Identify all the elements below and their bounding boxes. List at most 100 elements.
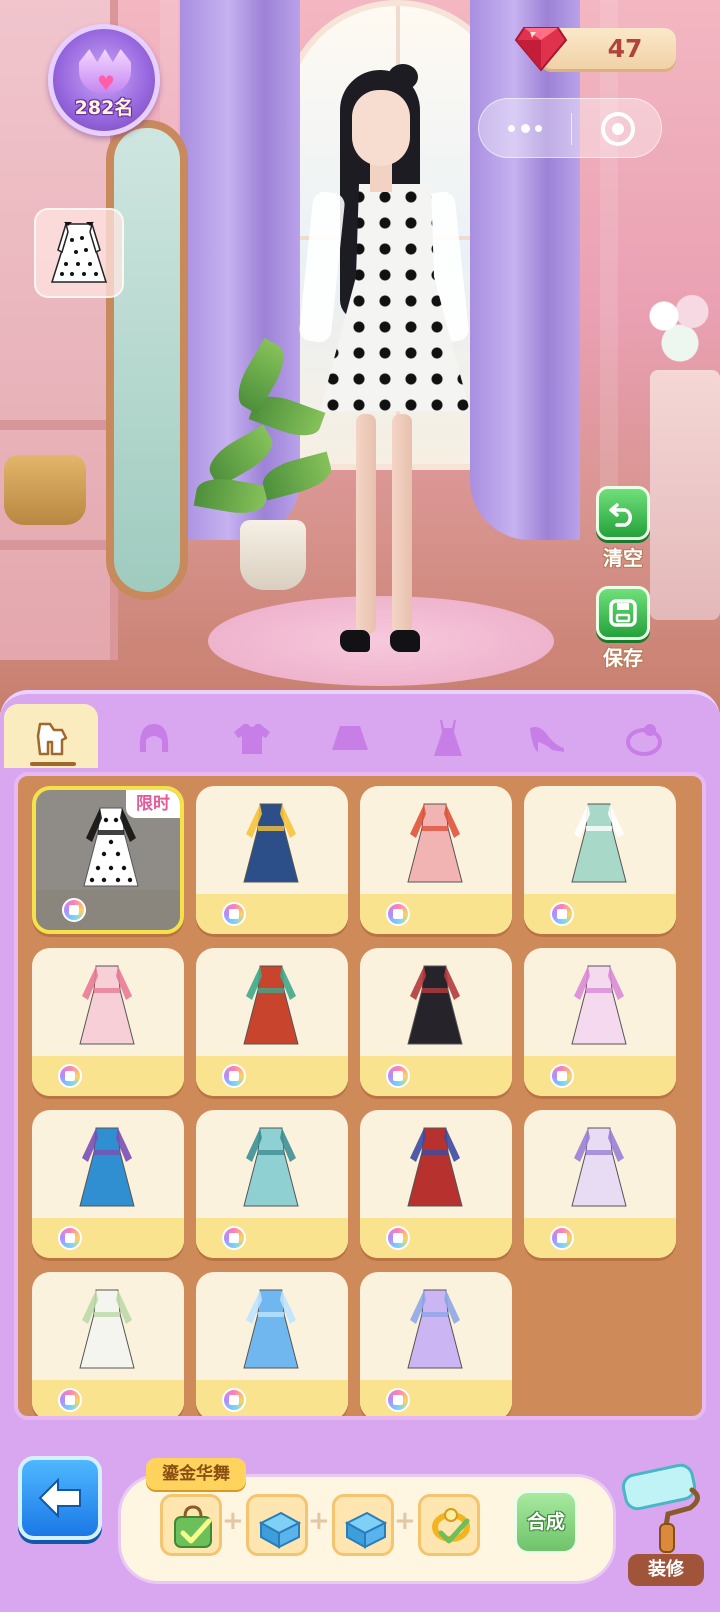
clear-button[interactable] bbox=[596, 486, 650, 540]
card-footer bbox=[360, 1056, 512, 1096]
heart-icon: ♥ bbox=[97, 71, 115, 95]
polka-dress-icon bbox=[50, 221, 108, 283]
outfit-card-blue-princess-gown[interactable] bbox=[196, 1272, 348, 1416]
card-footer bbox=[360, 894, 512, 934]
lilac-fairy-gown-icon bbox=[407, 1289, 463, 1369]
requirement-shoe-box-1[interactable] bbox=[246, 1494, 308, 1556]
rainbow-shirt-icon bbox=[58, 1064, 82, 1088]
requirement-green-bag[interactable] bbox=[160, 1494, 222, 1556]
outfit-card-white-puff-dress[interactable] bbox=[32, 1272, 184, 1416]
card-footer bbox=[524, 1056, 676, 1096]
tab-full-outfit[interactable] bbox=[4, 704, 98, 768]
card-footer bbox=[360, 1218, 512, 1258]
outfit-card-blue-ethnic-dress[interactable] bbox=[32, 1110, 184, 1258]
tab-shoes[interactable] bbox=[498, 704, 592, 768]
tab-skirts[interactable] bbox=[302, 704, 396, 768]
standing-mirror bbox=[106, 120, 188, 600]
outfit-card-lilac-fairy-gown[interactable] bbox=[360, 1272, 512, 1416]
side-table bbox=[650, 370, 720, 620]
gold-ring-icon bbox=[432, 1508, 470, 1544]
save-label: 保存 bbox=[603, 646, 643, 670]
gem-count: 47 bbox=[607, 34, 643, 63]
outfit-grid: 限时 bbox=[14, 772, 706, 1420]
rainbow-shirt-icon bbox=[222, 902, 246, 926]
dress-icon bbox=[434, 720, 462, 756]
blue-box-icon bbox=[258, 1511, 302, 1549]
white-puff-dress-icon bbox=[79, 1289, 135, 1369]
card-footer bbox=[524, 1218, 676, 1258]
character-avatar[interactable] bbox=[290, 62, 480, 682]
close-program-button[interactable] bbox=[571, 99, 663, 159]
card-footer bbox=[524, 894, 676, 934]
rainbow-shirt-icon bbox=[222, 1226, 246, 1250]
card-footer bbox=[32, 1380, 184, 1416]
synthesize-button[interactable]: 合成 bbox=[514, 1490, 578, 1554]
wall-stripe bbox=[600, 0, 618, 520]
undo-arrow-icon bbox=[609, 503, 632, 527]
outfit-card-lavender-qipao[interactable] bbox=[524, 1110, 676, 1258]
pink-lolita-set-icon bbox=[571, 965, 627, 1045]
outfit-card-pink-lolita-set[interactable] bbox=[524, 948, 676, 1096]
rainbow-shirt-icon bbox=[550, 1226, 574, 1250]
tab-hair[interactable] bbox=[106, 704, 200, 768]
rank-text: 282名 bbox=[74, 97, 134, 119]
requirement-shoe-box-2[interactable] bbox=[332, 1494, 394, 1556]
rainbow-shirt-icon bbox=[550, 1064, 574, 1088]
rainbow-shirt-icon bbox=[62, 898, 86, 922]
outfit-card-teal-floral-hanfu[interactable] bbox=[196, 1110, 348, 1258]
hair-icon bbox=[139, 724, 169, 752]
red-embroidered-set-icon bbox=[407, 1127, 463, 1207]
outfit-icon bbox=[36, 722, 68, 756]
card-footer bbox=[32, 1056, 184, 1096]
requirement-gold-ring[interactable] bbox=[418, 1494, 480, 1556]
outfit-card-red-pink-coat-dress[interactable] bbox=[360, 786, 512, 934]
red-pink-coat-dress-icon bbox=[407, 803, 463, 883]
outfit-card-black-red-robe[interactable] bbox=[360, 948, 512, 1096]
black-red-robe-icon bbox=[407, 965, 463, 1045]
card-footer bbox=[196, 1218, 348, 1258]
current-outfit-thumbnail[interactable] bbox=[34, 208, 124, 298]
active-tab-indicator bbox=[30, 762, 76, 766]
rainbow-shirt-icon bbox=[58, 1388, 82, 1412]
tab-accessories[interactable] bbox=[596, 704, 690, 768]
tab-dresses[interactable] bbox=[400, 704, 494, 768]
rainbow-shirt-icon bbox=[386, 902, 410, 926]
outfit-card-pink-blossom-gown[interactable] bbox=[32, 948, 184, 1096]
ruby-gem-icon bbox=[514, 27, 568, 72]
high-heel-icon bbox=[530, 727, 564, 752]
category-tabs bbox=[0, 704, 720, 768]
limited-time-tag: 限时 bbox=[126, 790, 180, 818]
rainbow-shirt-icon bbox=[222, 1388, 246, 1412]
green-bag-icon bbox=[174, 1505, 212, 1548]
blue-box-icon bbox=[344, 1511, 388, 1549]
save-disk-icon bbox=[609, 599, 637, 627]
teal-floral-hanfu-icon bbox=[243, 1127, 299, 1207]
rainbow-shirt-icon bbox=[386, 1226, 410, 1250]
blue-ethnic-dress-icon bbox=[79, 1127, 135, 1207]
back-button[interactable] bbox=[18, 1456, 102, 1540]
denim-overalls-icon bbox=[243, 803, 299, 883]
rainbow-shirt-icon bbox=[550, 902, 574, 926]
rainbow-shirt-icon bbox=[58, 1226, 82, 1250]
plus-sign: + bbox=[308, 1506, 330, 1536]
rank-badge[interactable]: ♥ 282名 bbox=[48, 24, 160, 136]
rainbow-shirt-icon bbox=[222, 1064, 246, 1088]
outfit-card-polka-dot-dress[interactable]: 限时 bbox=[32, 786, 184, 934]
outfit-card-denim-overalls[interactable] bbox=[196, 786, 348, 934]
flower-vase bbox=[640, 280, 720, 370]
accessory-icon bbox=[626, 724, 662, 756]
tab-tops[interactable] bbox=[204, 704, 298, 768]
decorate-label: 装修 bbox=[628, 1554, 704, 1586]
card-footer bbox=[196, 1056, 348, 1096]
shirt-icon bbox=[234, 724, 270, 754]
paint-roller-icon bbox=[621, 1463, 700, 1553]
outfit-card-mint-qipao-skirt[interactable] bbox=[524, 786, 676, 934]
decorate-button[interactable]: 装修 bbox=[616, 1460, 712, 1590]
more-menu-button[interactable] bbox=[479, 99, 571, 159]
save-button[interactable] bbox=[596, 586, 650, 640]
outfit-card-red-embroidered-set[interactable] bbox=[360, 1110, 512, 1258]
card-footer bbox=[196, 894, 348, 934]
mint-qipao-skirt-icon bbox=[571, 803, 627, 883]
mini-program-capsule bbox=[478, 98, 662, 158]
outfit-card-red-gold-hanfu[interactable] bbox=[196, 948, 348, 1096]
